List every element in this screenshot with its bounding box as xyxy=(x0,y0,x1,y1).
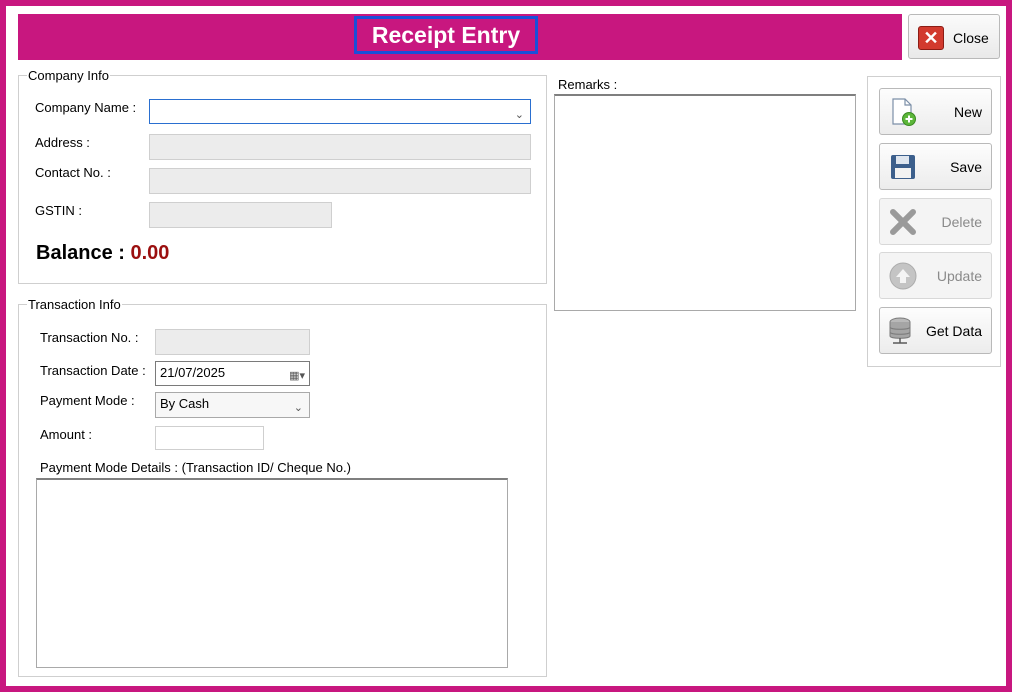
chevron-down-icon: ⌄ xyxy=(293,402,303,414)
amount-label: Amount : xyxy=(40,427,93,442)
amount-input[interactable] xyxy=(155,426,264,450)
payment-mode-dropdown[interactable]: By Cash ⌄ xyxy=(155,392,310,418)
title-bar: Receipt Entry xyxy=(18,14,902,60)
close-x-icon: ✕ xyxy=(918,26,944,50)
gstin-field xyxy=(149,202,332,228)
new-button[interactable]: New xyxy=(879,88,992,135)
close-button[interactable]: ✕ Close xyxy=(908,14,1000,59)
window-title: Receipt Entry xyxy=(354,16,538,54)
company-name-label: Company Name : xyxy=(35,100,137,115)
payment-details-textarea[interactable] xyxy=(36,478,508,668)
company-name-dropdown[interactable]: ⌄ xyxy=(149,99,531,124)
transaction-date-picker[interactable]: 21/07/2025 ▦▾ xyxy=(155,361,310,386)
close-label: Close xyxy=(953,30,989,46)
database-icon xyxy=(889,317,911,344)
up-arrow-icon xyxy=(889,262,917,290)
new-document-icon xyxy=(892,98,916,126)
update-label: Update xyxy=(936,268,982,284)
window-content: Receipt Entry ✕ Close Company Info Compa… xyxy=(6,6,1006,686)
gstin-label: GSTIN : xyxy=(35,203,82,218)
address-label: Address : xyxy=(35,135,90,150)
payment-mode-value: By Cash xyxy=(160,396,210,411)
payment-details-label: Payment Mode Details : (Transaction ID/ … xyxy=(40,460,351,475)
floppy-disk-icon xyxy=(891,155,915,179)
save-button[interactable]: Save xyxy=(879,143,992,190)
transaction-date-label: Transaction Date : xyxy=(40,363,146,378)
delete-label: Delete xyxy=(941,214,982,230)
delete-x-icon xyxy=(890,209,916,235)
transaction-no-field xyxy=(155,329,310,355)
balance-display: Balance : 0.00 xyxy=(36,242,169,265)
transaction-date-value: 21/07/2025 xyxy=(160,365,226,380)
transaction-no-label: Transaction No. : xyxy=(40,330,139,345)
remarks-textarea[interactable] xyxy=(554,94,856,311)
balance-label: Balance : xyxy=(36,242,125,264)
payment-mode-label: Payment Mode : xyxy=(40,393,135,408)
action-panel: New Save Delete Update Get Data xyxy=(867,76,1001,367)
get-data-button[interactable]: Get Data xyxy=(879,307,992,354)
contact-field xyxy=(149,168,531,194)
chevron-down-icon: ⌄ xyxy=(514,109,524,121)
calendar-icon: ▦▾ xyxy=(289,370,305,382)
balance-value: 0.00 xyxy=(130,242,170,264)
update-button[interactable]: Update xyxy=(879,252,992,299)
transaction-info-legend: Transaction Info xyxy=(28,297,121,312)
company-info-legend: Company Info xyxy=(28,68,109,83)
save-label: Save xyxy=(950,159,982,175)
delete-button[interactable]: Delete xyxy=(879,198,992,245)
remarks-label: Remarks : xyxy=(558,77,618,92)
address-field xyxy=(149,134,531,160)
get-data-label: Get Data xyxy=(925,323,982,339)
contact-label: Contact No. : xyxy=(35,165,111,180)
new-label: New xyxy=(953,104,982,120)
